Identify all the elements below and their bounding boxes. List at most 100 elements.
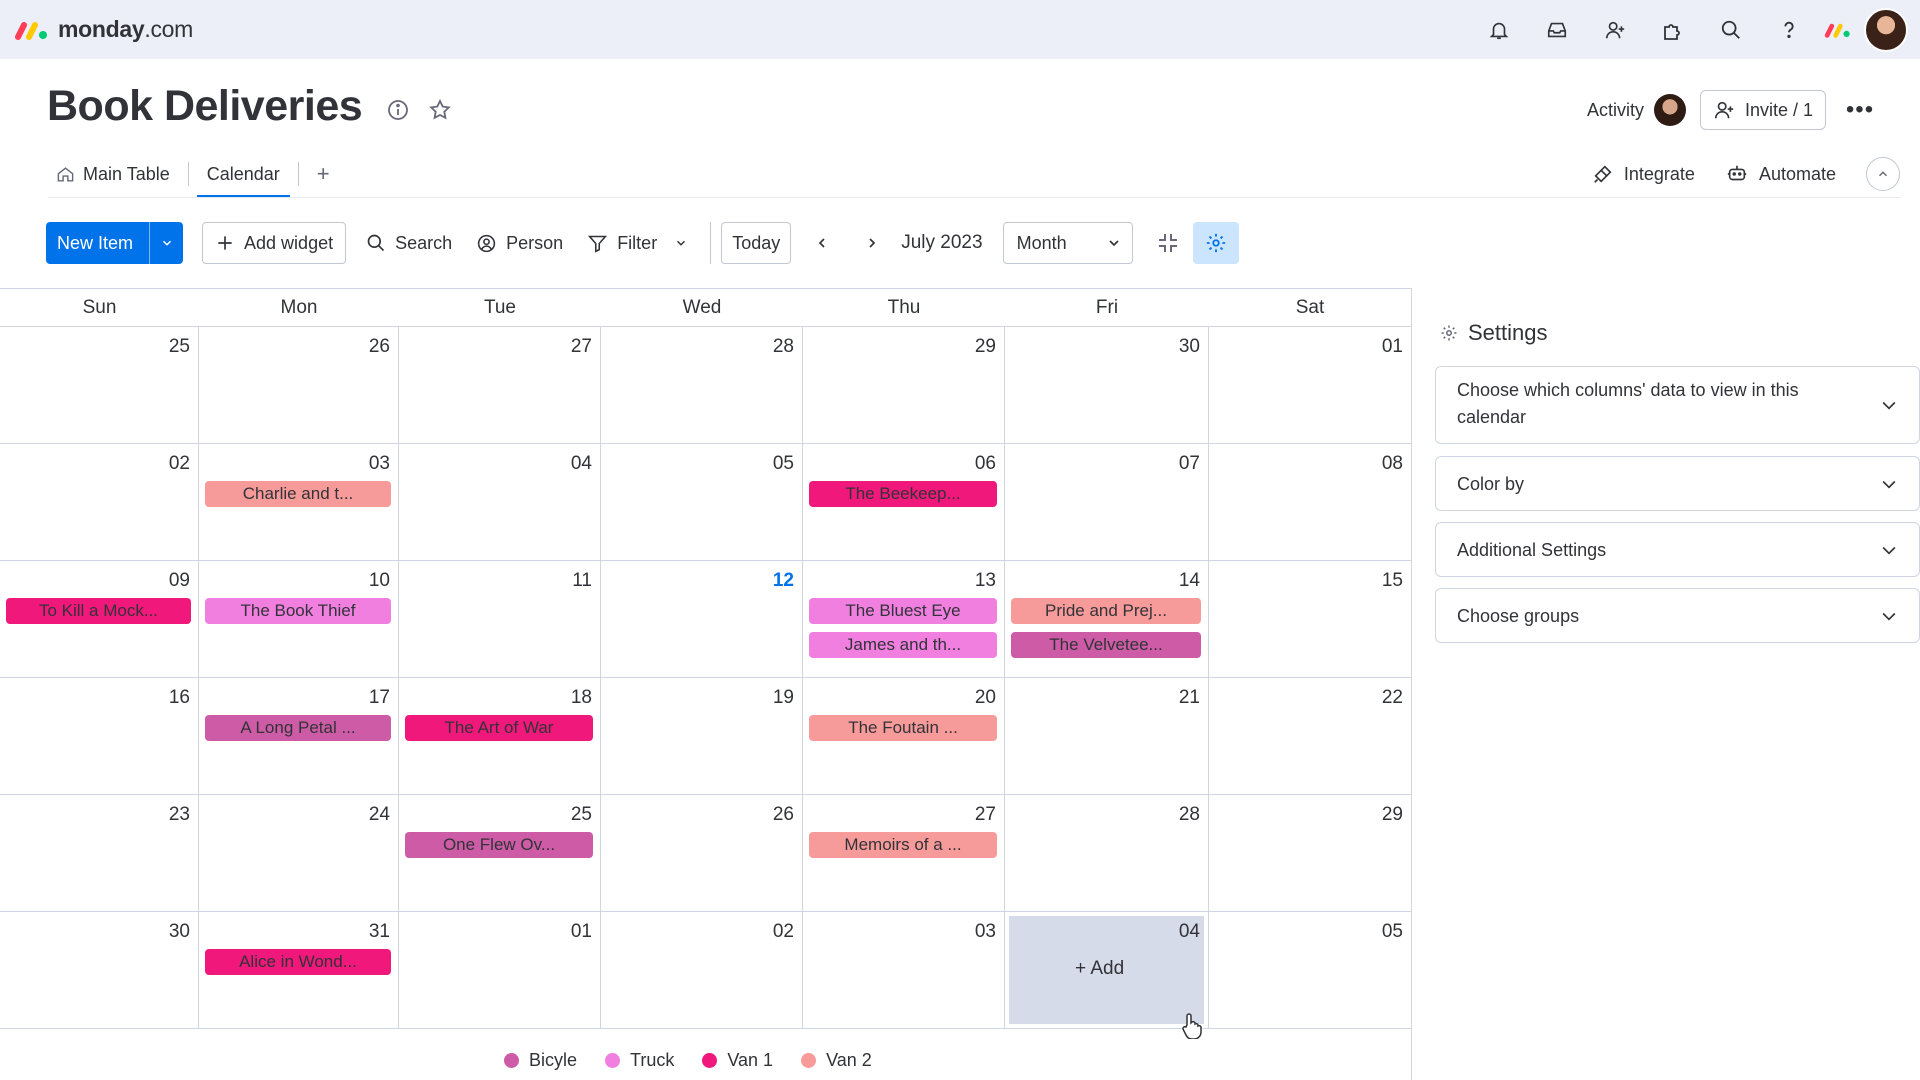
tab-calendar[interactable]: Calendar	[193, 150, 294, 198]
calendar-day-cell[interactable]: + Add 04	[1005, 912, 1209, 1029]
calendar-day-cell[interactable]: 29	[1209, 795, 1411, 912]
tab-divider	[297, 162, 299, 186]
calendar-day-cell[interactable]: 01	[399, 912, 601, 1029]
search-icon[interactable]	[1702, 0, 1760, 59]
view-mode-value: Month	[1016, 232, 1067, 253]
calendar-day-cell[interactable]: 08	[1209, 444, 1411, 561]
tab-label: Main Table	[83, 163, 170, 184]
info-icon[interactable]	[386, 98, 410, 122]
more-options-icon[interactable]: •••	[1840, 90, 1880, 130]
chevron-down-icon	[1108, 240, 1119, 247]
calendar-event[interactable]: The Velvetee...	[1011, 632, 1201, 658]
invite-members-icon[interactable]	[1586, 0, 1644, 59]
calendar-event[interactable]: Pride and Prej...	[1011, 598, 1201, 624]
calendar-day-cell[interactable]: 22	[1209, 678, 1411, 795]
calendar-event[interactable]: To Kill a Mock...	[6, 598, 191, 624]
day-number: 20	[974, 687, 996, 708]
day-name-thu: Thu	[887, 297, 921, 318]
monday-logo[interactable]: monday.com	[14, 16, 193, 43]
settings-groups-accordion[interactable]: Choose groups	[1435, 588, 1920, 643]
calendar-event[interactable]: The Foutain ...	[809, 715, 997, 741]
calendar-day-cell[interactable]: 28	[601, 327, 803, 444]
calendar-day-cell[interactable]: 05	[1209, 912, 1411, 1029]
calendar-day-cell[interactable]: 28	[1005, 795, 1209, 912]
calendar-day-cell[interactable]: 07	[1005, 444, 1209, 561]
calendar-event[interactable]: The Bluest Eye	[809, 598, 997, 624]
calendar-day-cell[interactable]: 15	[1209, 561, 1411, 678]
filter-button[interactable]: Filter	[575, 222, 700, 264]
next-month-button[interactable]	[851, 222, 893, 264]
integrate-button[interactable]: Integrate	[1592, 163, 1695, 185]
accordion-label: Additional Settings	[1457, 540, 1607, 560]
apps-marketplace-icon[interactable]	[1644, 0, 1702, 59]
person-filter-button[interactable]: Person	[464, 222, 575, 264]
calendar-day-cell[interactable]: 11	[399, 561, 601, 678]
new-item-dropdown[interactable]	[149, 222, 183, 264]
calendar-day-cell[interactable]: 16	[0, 678, 199, 795]
settings-columns-accordion[interactable]: Choose which columns' data to view in th…	[1435, 366, 1920, 444]
calendar-event[interactable]: Memoirs of a ...	[809, 832, 997, 858]
calendar-event[interactable]: The Art of War	[405, 715, 593, 741]
calendar-day-cell[interactable]: 24	[199, 795, 399, 912]
add-item-label[interactable]: + Add	[1075, 958, 1124, 980]
board-title[interactable]: Book Deliveries	[47, 82, 363, 131]
calendar-day-cell[interactable]: 19	[601, 678, 803, 795]
calendar-day-cell[interactable]: 05	[601, 444, 803, 561]
notifications-bell-icon[interactable]	[1470, 0, 1528, 59]
add-view-plus: +	[316, 161, 330, 186]
calendar-event[interactable]: A Long Petal ...	[205, 715, 391, 741]
calendar-day-cell[interactable]: 30	[1005, 327, 1209, 444]
calendar-event[interactable]: The Book Thief	[205, 598, 391, 624]
calendar-day-cell[interactable]: 12	[601, 561, 803, 678]
day-number: 19	[772, 687, 794, 708]
board-toolbar: New Item Add widget Search Person Filter…	[46, 222, 1239, 264]
search-button[interactable]: Search	[354, 222, 464, 264]
legend-item: Bicyle	[504, 1050, 577, 1071]
calendar-event[interactable]: One Flew Ov...	[405, 832, 593, 858]
help-icon[interactable]	[1760, 0, 1818, 59]
add-widget-button[interactable]: Add widget	[202, 222, 347, 264]
calendar-day-cell[interactable]: 25	[0, 327, 199, 444]
fullscreen-collapse-icon[interactable]	[1147, 222, 1189, 264]
calendar-day-cell[interactable]: 04	[399, 444, 601, 561]
add-view-button[interactable]: +	[303, 150, 344, 198]
calendar-event[interactable]: Alice in Wond...	[205, 949, 391, 975]
day-name-sat: Sat	[1295, 297, 1325, 318]
calendar-day-cell[interactable]: 21	[1005, 678, 1209, 795]
accordion-label: Choose which columns' data to view in th…	[1457, 380, 1799, 427]
calendar-day-cell[interactable]: 03	[803, 912, 1005, 1029]
calendar-day-cell[interactable]: 29	[803, 327, 1005, 444]
favorite-star-icon[interactable]	[428, 98, 452, 122]
calendar-day-cell[interactable]: 02	[0, 444, 199, 561]
settings-color-by-accordion[interactable]: Color by	[1435, 456, 1920, 511]
calendar-settings-button[interactable]	[1192, 222, 1239, 264]
top-navigation-bar: monday.com	[0, 0, 1920, 59]
calendar-day-cell[interactable]: 23	[0, 795, 199, 912]
chevron-down-icon[interactable]	[674, 236, 688, 250]
calendar-day-cell[interactable]: 26	[601, 795, 803, 912]
new-item-button[interactable]: New Item	[46, 222, 184, 264]
tab-main-table[interactable]: Main Table	[48, 150, 184, 198]
user-avatar[interactable]	[1864, 7, 1908, 52]
calendar-event[interactable]: The Beekeep...	[809, 481, 997, 507]
calendar-day-cell[interactable]: 02	[601, 912, 803, 1029]
automate-button[interactable]: Automate	[1725, 163, 1836, 185]
calendar-day-cell[interactable]: 01	[1209, 327, 1411, 444]
inbox-icon[interactable]	[1528, 0, 1586, 59]
calendar-day-cell[interactable]: 27	[399, 327, 601, 444]
invite-button[interactable]: Invite / 1	[1699, 90, 1826, 130]
day-number: 06	[974, 453, 996, 474]
calendar-event[interactable]: Charlie and t...	[205, 481, 391, 507]
previous-month-button[interactable]	[801, 222, 843, 264]
calendar-day-cell[interactable]: 26	[199, 327, 399, 444]
calendar-day-cell[interactable]: 30	[0, 912, 199, 1029]
view-mode-select[interactable]: Month	[1002, 222, 1133, 264]
day-number: 03	[974, 921, 996, 942]
collapse-header-button[interactable]	[1866, 157, 1900, 191]
settings-additional-accordion[interactable]: Additional Settings	[1435, 522, 1920, 577]
activity-button[interactable]: Activity	[1587, 94, 1686, 126]
today-button[interactable]: Today	[721, 222, 792, 264]
calendar-event[interactable]: James and th...	[809, 632, 997, 658]
search-icon	[367, 234, 385, 252]
workspace-switcher-icon[interactable]	[1818, 0, 1858, 59]
